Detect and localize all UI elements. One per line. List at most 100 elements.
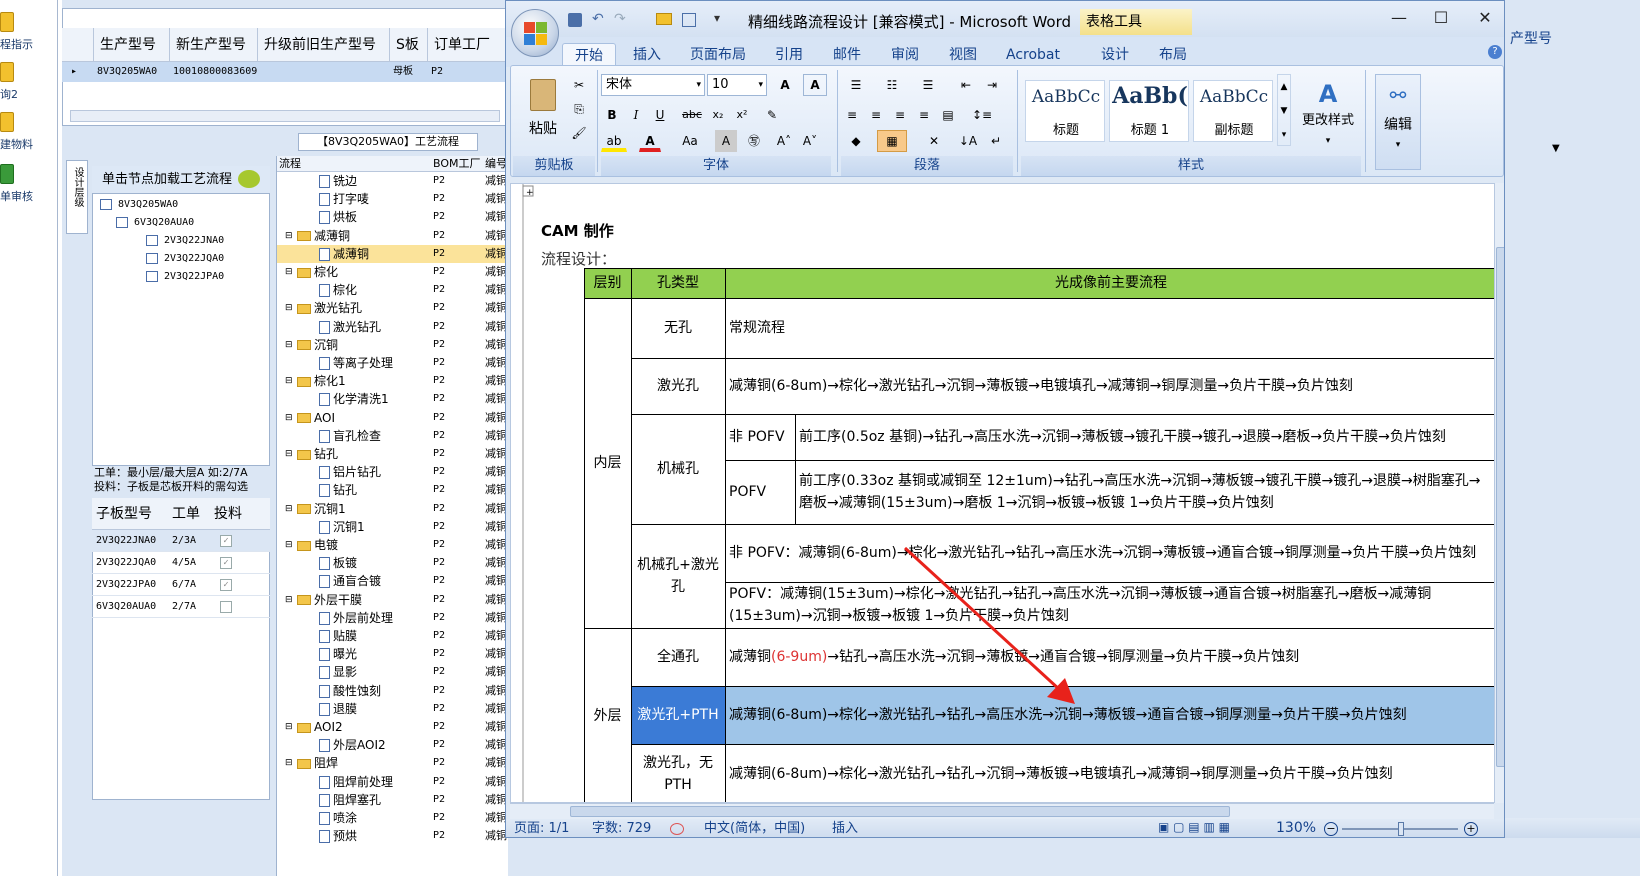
word-count[interactable]: 字数: 729	[592, 819, 651, 837]
align-right-icon[interactable]: ≡	[889, 104, 911, 126]
table-cell[interactable]: 外层	[584, 628, 631, 802]
table-cell[interactable]: 常规流程	[725, 298, 1495, 358]
style-subtitle[interactable]: AaBbCc 副标题	[1193, 80, 1273, 142]
tree-node[interactable]: 8V3Q205WA0	[100, 197, 178, 213]
redo-icon[interactable]: ↷	[614, 11, 626, 27]
tree-leaf[interactable]: 曝光 P2 减铜	[277, 645, 509, 663]
table-cell[interactable]: 前工序(0.33oz 基铜或减铜至 12±1um)→钻孔→高压水洗→沉铜→薄板镀…	[795, 460, 1495, 524]
table-row[interactable]: 2V3Q22JQA0 4/5A ✓	[92, 552, 270, 574]
col-header[interactable]: BOM工厂	[433, 156, 481, 172]
bold-icon[interactable]: B	[601, 104, 623, 126]
tree-leaf[interactable]: 化学清洗1 P2 减铜	[277, 390, 509, 408]
font-color-icon[interactable]: A	[639, 130, 661, 152]
borders-icon[interactable]: ▦	[877, 130, 907, 152]
tree-leaf[interactable]: 减薄铜 P2 减铜	[277, 244, 509, 263]
grid-header[interactable]: 生产型号	[94, 28, 170, 62]
close-icon[interactable]: ✕	[1470, 7, 1500, 29]
col-header[interactable]: 流程	[279, 156, 301, 172]
grid-header[interactable]: 订单工厂	[428, 28, 508, 62]
tree-leaf[interactable]: 通盲合镀 P2 减铜	[277, 572, 509, 590]
tree-leaf[interactable]: 阻焊前处理 P2 减铜	[277, 773, 509, 791]
table-cell[interactable]: POFV：减薄铜(15±3um)→棕化→激光钻孔→钻孔→高压水洗→沉铜→薄板镀→…	[725, 582, 1495, 628]
tree-leaf[interactable]: 板镀 P2 减铜	[277, 554, 509, 572]
checkbox[interactable]: ✓	[220, 579, 232, 591]
maximize-icon[interactable]: ☐	[1426, 7, 1456, 29]
format-painter-icon[interactable]: 🖌	[569, 122, 589, 142]
shrink-font-icon[interactable]: A˅	[799, 130, 821, 152]
col-header[interactable]: 子板型号	[96, 498, 152, 530]
multilevel-list-icon[interactable]: ☰	[913, 74, 943, 96]
tab-references[interactable]: 引用	[764, 43, 814, 67]
zoom-in-icon[interactable]: +	[1464, 822, 1478, 836]
document-area[interactable]: + CAM 制作 流程设计： 层别 孔类型 光成像前主要流程 内层 外层 无孔 激光孔 机械孔…	[510, 183, 1496, 803]
proofing-icon[interactable]	[670, 823, 684, 835]
zoom-thumb[interactable]	[1398, 822, 1404, 836]
change-styles-button[interactable]: A 更改样式 ▾	[1297, 76, 1359, 146]
scroll-thumb[interactable]	[1496, 247, 1504, 767]
side-tab[interactable]: 设计层级	[66, 160, 88, 234]
distributed-icon[interactable]: ▤	[937, 104, 959, 126]
tree-leaf[interactable]: 酸性蚀刻 P2 减铜	[277, 682, 509, 700]
tree-leaf[interactable]: 沉铜1 P2 减铜	[277, 518, 509, 536]
tree-leaf[interactable]: 烘板 P2 减铜	[277, 208, 509, 226]
tree-leaf[interactable]: 外层前处理 P2 减铜	[277, 609, 509, 627]
numbering-icon[interactable]: ☷	[877, 74, 907, 96]
grid-header[interactable]: 新生产型号	[170, 28, 258, 62]
bullets-icon[interactable]: ☰	[841, 74, 871, 96]
table-cell[interactable]: 非 POFV：减薄铜(6-8um)→棕化→激光钻孔→钻孔→高压水洗→沉铜→薄板镀…	[725, 524, 1495, 582]
minimize-icon[interactable]: —	[1384, 7, 1414, 29]
tree-group[interactable]: ⊟ 棕化1 P2 减铜	[277, 372, 509, 390]
tree-group[interactable]: ⊟ 激光钻孔 P2 减铜	[277, 299, 509, 317]
char-shading-icon[interactable]: A	[715, 130, 737, 152]
styles-scroll[interactable]: ▲ ▼ ▾	[1277, 74, 1291, 146]
tree-leaf[interactable]: 盲孔检查 P2 减铜	[277, 427, 509, 445]
table-cell[interactable]: 减薄铜(6-9um)→钻孔→高压水洗→沉铜→薄板镀→通盲合镀→铜厚测量→负片干膜…	[725, 628, 1495, 686]
tree-leaf[interactable]: 激光钻孔 P2 减铜	[277, 318, 509, 336]
zoom-out-icon[interactable]: −	[1324, 822, 1338, 836]
nav-item-material[interactable]: 建物料	[0, 108, 58, 152]
nav-item-process[interactable]: 程指示	[0, 6, 58, 51]
checkbox[interactable]: ✓	[220, 535, 232, 547]
show-marks-icon[interactable]: ↵	[985, 130, 1007, 152]
col-header[interactable]: 编号	[485, 156, 507, 172]
table-cell[interactable]: 激光孔，无PTH	[631, 744, 725, 802]
shading-icon[interactable]: ◆	[841, 130, 871, 152]
tree-group[interactable]: ⊟ 阻焊 P2 减铜	[277, 754, 509, 772]
tree-leaf[interactable]: 预烘 P2 减铜	[277, 827, 509, 845]
page-count[interactable]: 页面: 1/1	[514, 819, 569, 837]
cut-icon[interactable]: ✂	[569, 74, 589, 94]
table-cell[interactable]: POFV	[725, 460, 795, 524]
grid-hscroll[interactable]	[70, 110, 500, 122]
table-cell[interactable]: 光成像前主要流程	[725, 268, 1495, 298]
enclose-char-icon[interactable]: ㊢	[743, 130, 765, 152]
justify-icon[interactable]: ≡	[913, 104, 935, 126]
process-table[interactable]: 层别 孔类型 光成像前主要流程 内层 外层 无孔 激光孔 机械孔 机械孔+激光孔 全通孔 激光孔+P…	[511, 184, 1495, 802]
checkbox[interactable]: ✓	[220, 557, 232, 569]
nav-item-audit[interactable]: 单审核	[0, 160, 58, 204]
table-cell[interactable]: 无孔	[631, 298, 725, 358]
tree-leaf[interactable]: 打字唛 P2 减铜	[277, 190, 509, 208]
tree-leaf[interactable]: 阻焊塞孔 P2 减铜	[277, 791, 509, 809]
tree-leaf[interactable]: 贴膜 P2 减铜	[277, 627, 509, 645]
tab-insert[interactable]: 插入	[622, 43, 672, 67]
text-effects-icon[interactable]: ✎	[761, 104, 783, 126]
tree-group[interactable]: ⊟ 沉铜 P2 减铜	[277, 336, 509, 354]
tab-page-layout[interactable]: 页面布局	[680, 43, 756, 67]
horizontal-scrollbar[interactable]	[510, 803, 1494, 819]
view-buttons[interactable]: ▣ ▢ ▤ ▥ ▦	[1158, 820, 1258, 836]
tree-leaf[interactable]: 铣边 P2 减铜	[277, 172, 509, 190]
tree-leaf[interactable]: 外层AOI2 P2 减铜	[277, 736, 509, 754]
table-cell[interactable]: 内层	[584, 298, 631, 628]
superscript-icon[interactable]: x²	[731, 104, 753, 126]
tree-group[interactable]: ⊟ 外层干膜 P2 减铜	[277, 591, 509, 609]
subscript-icon[interactable]: x₂	[707, 104, 729, 126]
underline-icon[interactable]: U	[649, 104, 671, 126]
style-heading[interactable]: AaBbCc 标题	[1025, 80, 1105, 142]
clear-format-icon[interactable]: A	[803, 74, 827, 96]
tree-group[interactable]: ⊟ 棕化 P2 减铜	[277, 263, 509, 281]
tree-group[interactable]: ⊟ 沉铜1 P2 减铜	[277, 500, 509, 518]
process-tab[interactable]: 【8V3Q205WA0】工艺流程	[298, 133, 478, 151]
tree-leaf[interactable]: 棕化 P2 减铜	[277, 281, 509, 299]
table-cell[interactable]: 全通孔	[631, 628, 725, 686]
tree-leaf[interactable]: 铝片钻孔 P2 减铜	[277, 463, 509, 481]
